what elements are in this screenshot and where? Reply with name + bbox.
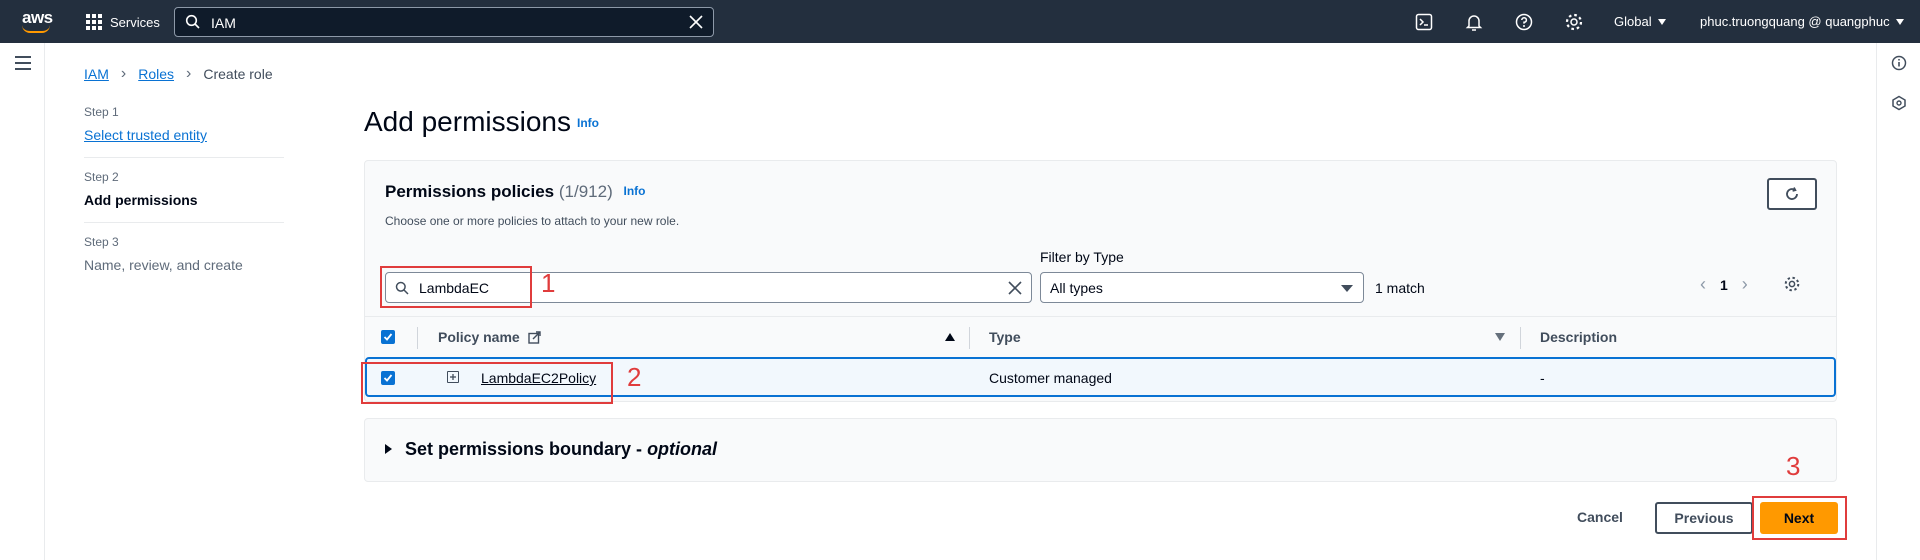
annotation-number-2: 2 bbox=[627, 362, 642, 392]
table-header: Policy name Type Description bbox=[365, 316, 1836, 356]
region-selector[interactable]: Global bbox=[1614, 14, 1666, 29]
aws-smile-icon bbox=[22, 25, 50, 33]
policy-type: Customer managed bbox=[989, 370, 1112, 386]
column-header-type[interactable]: Type bbox=[989, 329, 1021, 345]
top-navigation: aws Services IAM Global phuc.truongquang… bbox=[0, 0, 1920, 43]
page-info-link[interactable]: Info bbox=[577, 116, 599, 130]
match-count: 1 match bbox=[1375, 280, 1425, 296]
permissions-boundary-section[interactable]: Set permissions boundary - optional bbox=[364, 418, 1837, 482]
permissions-boundary-optional: optional bbox=[647, 439, 718, 459]
select-all-checkbox[interactable] bbox=[381, 330, 395, 344]
left-navigation-rail bbox=[0, 43, 45, 560]
caret-down-icon bbox=[1657, 19, 1666, 25]
filter-by-type-value: All types bbox=[1050, 280, 1103, 296]
clear-filter-icon[interactable] bbox=[1007, 280, 1023, 296]
step-number: Step 3 bbox=[84, 235, 119, 249]
next-page-icon[interactable]: › bbox=[1742, 274, 1748, 295]
help-icon[interactable] bbox=[1514, 12, 1534, 32]
services-menu-button[interactable]: Services bbox=[86, 12, 160, 32]
panel-title: Permissions policies (1/912) Info bbox=[385, 182, 645, 202]
sort-descending-icon[interactable] bbox=[1495, 333, 1505, 341]
column-divider bbox=[1520, 327, 1521, 349]
table-preferences-gear-icon[interactable] bbox=[1783, 275, 1801, 293]
global-search-value: IAM bbox=[211, 15, 236, 31]
current-page-number[interactable]: 1 bbox=[1720, 277, 1728, 293]
policy-description: - bbox=[1540, 370, 1545, 386]
column-header-policy-name[interactable]: Policy name bbox=[438, 329, 541, 345]
info-panel-icon[interactable] bbox=[1891, 55, 1907, 71]
permissions-boundary-title-text: Set permissions boundary - bbox=[405, 439, 648, 459]
hexagon-settings-icon[interactable] bbox=[1891, 95, 1907, 111]
caret-down-icon bbox=[1895, 19, 1904, 25]
policy-count: (1/912) bbox=[558, 182, 613, 201]
step-select-trusted-entity-link[interactable]: Select trusted entity bbox=[84, 127, 284, 143]
checkmark-icon bbox=[383, 333, 393, 341]
wizard-step-1: Step 1 Select trusted entity bbox=[84, 105, 284, 158]
cloudshell-icon[interactable] bbox=[1414, 12, 1434, 32]
cancel-button[interactable]: Cancel bbox=[1577, 509, 1623, 525]
filter-by-type-select[interactable]: All types bbox=[1040, 272, 1364, 303]
wizard-steps: Step 1 Select trusted entity Step 2 Add … bbox=[84, 105, 284, 299]
annotation-number-1: 1 bbox=[541, 268, 556, 298]
panel-title-text: Permissions policies bbox=[385, 182, 555, 201]
breadcrumb-roles-link[interactable]: Roles bbox=[138, 66, 174, 82]
settings-gear-icon[interactable] bbox=[1564, 12, 1584, 32]
external-link-icon bbox=[527, 331, 541, 344]
pagination: ‹ 1 › bbox=[1700, 274, 1748, 295]
annotation-box-1 bbox=[380, 266, 532, 308]
previous-page-icon[interactable]: ‹ bbox=[1700, 274, 1706, 295]
page-title: Add permissions Info bbox=[364, 106, 599, 138]
annotation-box-2 bbox=[361, 362, 613, 404]
step-number: Step 1 bbox=[84, 105, 119, 119]
permissions-boundary-title: Set permissions boundary - optional bbox=[405, 439, 717, 460]
page-title-text: Add permissions bbox=[364, 106, 571, 137]
annotation-number-3: 3 bbox=[1786, 451, 1801, 481]
search-icon bbox=[185, 14, 200, 29]
column-header-description[interactable]: Description bbox=[1540, 329, 1617, 345]
region-label: Global bbox=[1614, 14, 1652, 29]
aws-logo[interactable]: aws bbox=[20, 8, 54, 34]
caret-down-icon bbox=[1341, 285, 1353, 292]
step-number: Step 2 bbox=[84, 170, 119, 184]
notifications-bell-icon[interactable] bbox=[1464, 12, 1484, 32]
filter-by-type-label: Filter by Type bbox=[1040, 249, 1124, 265]
caret-right-icon bbox=[385, 444, 392, 454]
hamburger-menu-icon[interactable] bbox=[15, 56, 31, 74]
services-label: Services bbox=[110, 14, 160, 30]
refresh-button[interactable] bbox=[1767, 178, 1817, 210]
step-name-review-create-label: Name, review, and create bbox=[84, 257, 243, 273]
chevron-right-icon: › bbox=[120, 65, 127, 82]
sort-ascending-icon[interactable] bbox=[945, 333, 955, 341]
wizard-step-2: Step 2 Add permissions bbox=[84, 170, 284, 223]
clear-icon[interactable] bbox=[687, 13, 705, 31]
column-header-policy-name-text: Policy name bbox=[438, 329, 520, 345]
account-label: phuc.truongquang @ quangphuc bbox=[1700, 14, 1890, 29]
grid-icon bbox=[86, 14, 102, 30]
breadcrumb: IAM › Roles › Create role bbox=[84, 65, 273, 83]
wizard-step-3: Step 3 Name, review, and create bbox=[84, 235, 284, 287]
chevron-right-icon: › bbox=[186, 65, 192, 82]
policies-info-link[interactable]: Info bbox=[623, 184, 645, 198]
global-search-input[interactable]: IAM bbox=[174, 7, 714, 37]
column-divider bbox=[417, 327, 418, 349]
right-tools-rail bbox=[1876, 43, 1920, 560]
breadcrumb-iam-link[interactable]: IAM bbox=[84, 66, 109, 82]
panel-description: Choose one or more policies to attach to… bbox=[385, 214, 680, 228]
refresh-icon bbox=[1786, 187, 1798, 200]
account-menu[interactable]: phuc.truongquang @ quangphuc bbox=[1700, 14, 1904, 29]
annotation-box-3 bbox=[1752, 496, 1847, 540]
previous-button[interactable]: Previous bbox=[1655, 502, 1753, 534]
column-divider bbox=[969, 327, 970, 349]
breadcrumb-current: Create role bbox=[203, 66, 273, 82]
step-add-permissions-label: Add permissions bbox=[84, 192, 198, 208]
